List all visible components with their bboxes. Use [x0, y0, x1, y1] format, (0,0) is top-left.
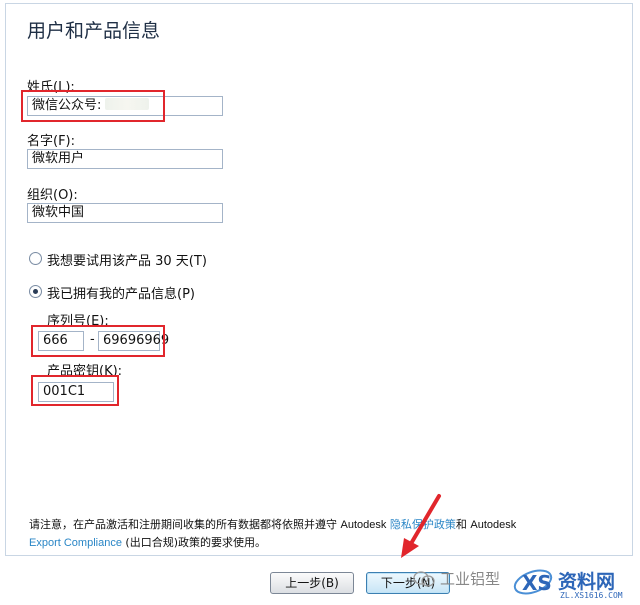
dialog-panel: 用户和产品信息 姓氏(L): 微信公众号: 名字(F): 微软用户 组织(O):…	[5, 3, 633, 556]
page-title: 用户和产品信息	[27, 20, 161, 42]
highlight-box-product-key	[31, 375, 119, 406]
owned-info-radio-label[interactable]: 我已拥有我的产品信息(P)	[47, 283, 195, 302]
notice-brand-2: Autodesk	[470, 519, 517, 531]
wechat-watermark-text: 工业铝型	[440, 570, 501, 588]
organization-field[interactable]: 微软中国	[27, 203, 223, 223]
annotation-arrow-icon	[401, 494, 441, 558]
site-logo-icon: XS	[513, 569, 553, 595]
first-name-field[interactable]: 微软用户	[27, 149, 223, 169]
notice-text-3: (出口合规)政策的要求使用。	[121, 536, 267, 549]
owned-info-radio[interactable]	[29, 285, 42, 298]
organization-label: 组织(O):	[27, 188, 78, 203]
trial-radio-label[interactable]: 我想要试用该产品 30 天(T)	[47, 250, 207, 269]
wechat-icon	[413, 571, 435, 587]
trial-radio[interactable]	[29, 252, 42, 265]
notice-brand-1: Autodesk	[340, 519, 387, 531]
first-name-label: 名字(F):	[27, 134, 76, 149]
notice-text-1: 请注意，在产品激活和注册期间收集的所有数据都将依照并遵守	[29, 518, 341, 531]
site-watermark-text: 资料网	[558, 571, 616, 593]
site-watermark-url: ZL.XS1616.COM	[560, 591, 623, 600]
highlight-box-serial	[31, 325, 165, 357]
export-compliance-link[interactable]: Export Compliance	[29, 537, 122, 549]
notice-text-2: 和	[455, 518, 471, 531]
next-button[interactable]: 下一步(N)	[366, 572, 450, 594]
back-button[interactable]: 上一步(B)	[270, 572, 354, 594]
svg-text:XS: XS	[522, 571, 552, 595]
highlight-box-last-name	[21, 90, 165, 122]
privacy-notice: 请注意，在产品激活和注册期间收集的所有数据都将依照并遵守 Autodesk 隐私…	[29, 516, 619, 552]
